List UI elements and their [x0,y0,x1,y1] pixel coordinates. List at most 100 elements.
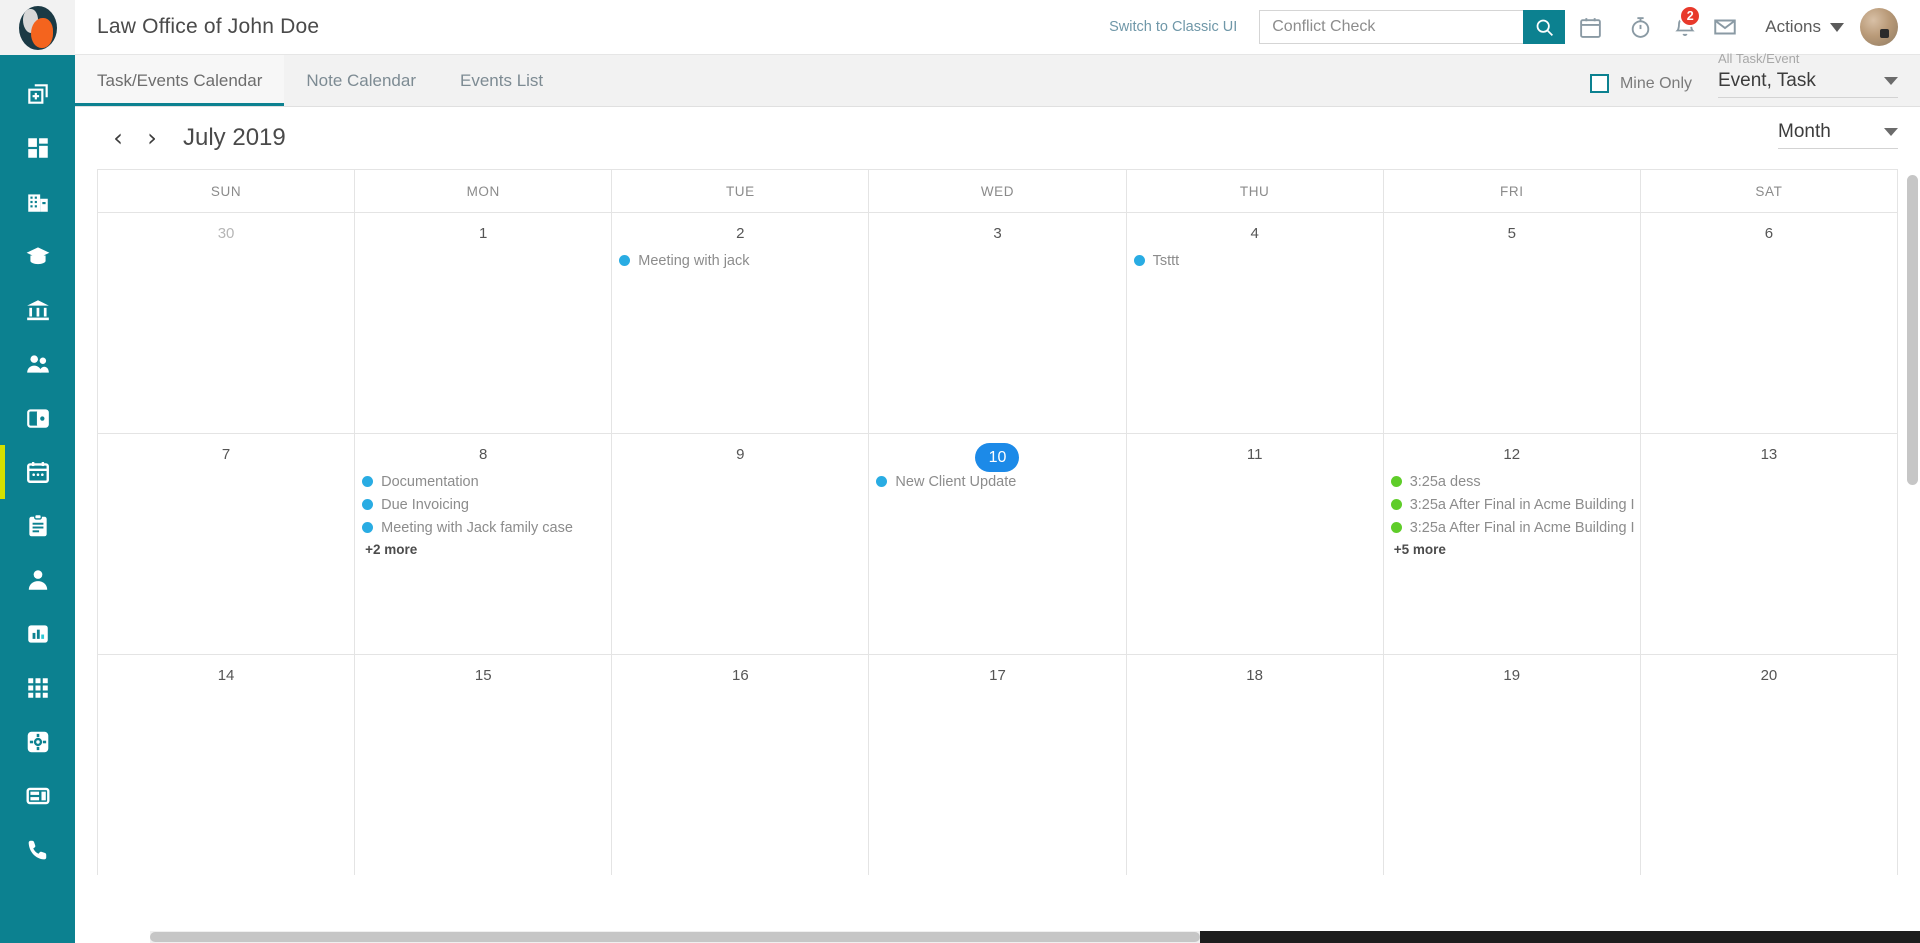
day-number[interactable]: 11 [1127,443,1383,467]
company-logo[interactable] [0,0,75,55]
day-cell-12[interactable]: 12 3:25a dess 3:25a After Final in Acme Bu… [1384,434,1641,654]
sidebar-item-bank[interactable] [0,283,75,337]
mine-only-filter[interactable]: Mine Only [1589,74,1692,100]
day-number[interactable]: 17 [869,664,1125,688]
day-cell-11[interactable]: 11 [1127,434,1384,654]
sidebar-item-layout-panel[interactable] [0,769,75,823]
horizontal-scrollbar[interactable] [150,931,1920,943]
day-number[interactable]: 1 [355,222,611,246]
day-number[interactable]: 10 [869,443,1125,472]
tab-events-list[interactable]: Events List [438,55,565,106]
day-number[interactable]: 13 [1641,443,1897,467]
day-cell-10[interactable]: 10 New Client Update [869,434,1127,654]
sidebar-item-building[interactable] [0,175,75,229]
timer-button[interactable] [1615,7,1665,47]
event-title: 3:25a dess [1409,473,1481,490]
sidebar-item-clipboard[interactable] [0,499,75,553]
task-event-select[interactable]: Event, Task [1718,70,1898,98]
vertical-scrollbar[interactable] [1907,175,1918,940]
day-cell-8[interactable]: 8 Documentation Due Invoicing Meeting with … [355,434,613,654]
day-number[interactable]: 7 [98,443,354,467]
day-events [612,467,868,470]
day-number[interactable]: 3 [869,222,1125,246]
calendar-event[interactable]: 3:25a After Final in Acme Building I [1390,493,1635,516]
calendar-button[interactable] [1565,7,1615,47]
day-number[interactable]: 8 [355,443,611,467]
day-events [355,246,611,249]
calendar-event[interactable]: 3:25a After Final in Acme Building I [1390,516,1635,539]
tab-task-events-calendar[interactable]: Task/Events Calendar [75,55,285,106]
day-number[interactable]: 16 [612,664,868,688]
day-cell-1[interactable]: 1 [355,213,613,433]
day-number[interactable]: 5 [1384,222,1640,246]
mail-button[interactable] [1705,7,1745,47]
mine-only-checkbox[interactable] [1589,74,1609,93]
day-cell-20[interactable]: 20 [1641,655,1898,875]
day-cell-19[interactable]: 19 [1384,655,1641,875]
day-cell-13[interactable]: 13 [1641,434,1898,654]
view-mode-select[interactable]: Month [1778,121,1898,149]
sidebar-item-calendar[interactable] [0,445,75,499]
day-cell-4[interactable]: 4 Tsttt [1127,213,1384,433]
day-cell-17[interactable]: 17 [869,655,1127,875]
tab-note-calendar[interactable]: Note Calendar [284,55,438,106]
chevron-down-icon [1884,128,1898,136]
calendar-event[interactable]: New Client Update [876,470,1120,493]
day-number[interactable]: 19 [1384,664,1640,688]
day-cell-5[interactable]: 5 [1384,213,1641,433]
more-events-link[interactable]: +5 more [1391,539,1635,557]
sidebar-item-phone[interactable] [0,823,75,877]
day-number[interactable]: 2 [612,222,868,246]
day-number[interactable]: 18 [1127,664,1383,688]
day-cell-15[interactable]: 15 [355,655,613,875]
apps-grid-icon [27,678,48,698]
day-cell-30[interactable]: 30 [98,213,356,433]
calendar-event[interactable]: Meeting with jack [619,249,863,272]
day-number[interactable]: 6 [1641,222,1897,246]
day-cell-18[interactable]: 18 [1127,655,1384,875]
day-number[interactable]: 20 [1641,664,1897,688]
next-month-button[interactable]: › [135,121,169,155]
day-number[interactable]: 12 [1384,443,1640,467]
calendar-event[interactable]: 3:25a dess [1390,470,1635,493]
day-number[interactable]: 4 [1127,222,1383,246]
sidebar-item-settings-gear[interactable] [0,715,75,769]
actions-menu[interactable]: Actions [1765,17,1844,37]
task-event-filter[interactable]: All Task/Event Event, Task [1718,51,1898,100]
day-events [1641,467,1897,470]
vertical-scrollbar-thumb[interactable] [1907,175,1918,485]
prev-month-button[interactable]: ‹ [101,121,135,155]
day-number[interactable]: 15 [355,664,611,688]
sidebar-item-apps-grid[interactable] [0,661,75,715]
notifications-button[interactable]: 2 [1665,5,1705,47]
day-number[interactable]: 14 [98,664,354,688]
day-number[interactable]: 9 [612,443,868,467]
more-events-link[interactable]: +2 more [362,539,606,557]
sidebar-item-person[interactable] [0,553,75,607]
calendar-event[interactable]: Due Invoicing [362,493,606,516]
day-cell-2[interactable]: 2 Meeting with jack [612,213,870,433]
sidebar-item-bar-chart[interactable] [0,607,75,661]
day-cell-3[interactable]: 3 [869,213,1127,433]
day-cell-16[interactable]: 16 [612,655,870,875]
day-cell-7[interactable]: 7 [98,434,356,654]
horizontal-scrollbar-thumb[interactable] [150,932,1200,942]
dashboard-icon [27,138,48,158]
calendar-event[interactable]: Tsttt [1133,249,1378,272]
day-cell-9[interactable]: 9 [612,434,870,654]
calendar-event[interactable]: Meeting with Jack family case [362,516,606,539]
calendar-event[interactable]: Documentation [362,470,606,493]
avatar[interactable] [1860,8,1898,46]
search-input[interactable] [1259,10,1524,44]
switch-classic-ui-link[interactable]: Switch to Classic UI [1109,19,1237,35]
sidebar-item-add-new[interactable] [0,67,75,121]
day-cell-14[interactable]: 14 [98,655,356,875]
day-cell-6[interactable]: 6 [1641,213,1898,433]
search-button[interactable] [1523,10,1566,44]
sidebar-item-wallet[interactable] [0,391,75,445]
sidebar-item-dashboard[interactable] [0,121,75,175]
sidebar-item-people[interactable] [0,337,75,391]
sidebar-item-graduation-cap[interactable] [0,229,75,283]
day-number[interactable]: 30 [98,222,354,246]
view-mode-filter[interactable]: Month [1778,121,1898,151]
